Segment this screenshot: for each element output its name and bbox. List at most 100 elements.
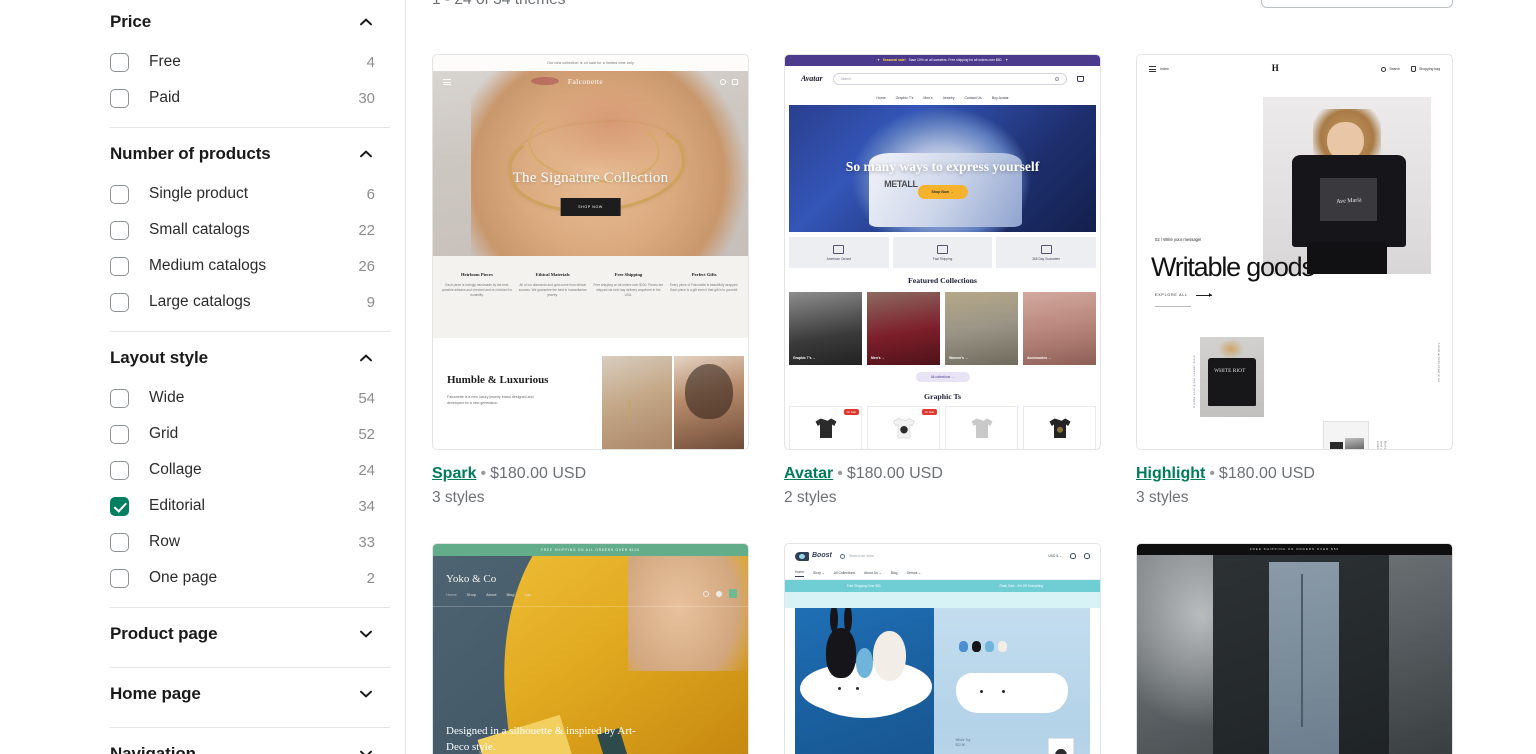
product-price: $22.50 (955, 742, 966, 747)
nav-item[interactable]: Blog (891, 571, 898, 575)
theme-preview-thumbnail[interactable]: Our new collection is on sale for a limi… (432, 54, 749, 450)
chevron-up-icon[interactable] (357, 13, 375, 31)
nav-item[interactable]: Home (795, 570, 805, 578)
nav-item[interactable]: Home (876, 96, 885, 100)
checkbox[interactable] (110, 568, 129, 588)
hero-cta-button[interactable]: Shop Now → (917, 185, 968, 200)
cart-icon[interactable] (1077, 76, 1084, 82)
search-input[interactable]: Search (832, 73, 1067, 85)
checkbox[interactable] (110, 256, 129, 276)
filter-option-paid[interactable]: Paid 30 (110, 80, 389, 116)
filter-group-navigation-header[interactable]: Navigation (110, 732, 389, 754)
nav-item[interactable]: Demos ⌄ (907, 571, 922, 575)
divider (1155, 306, 1191, 307)
theme-card-row2-3: FREE SHIPPING ON ORDERS OVER $50 SHOP (1136, 543, 1453, 754)
product-card[interactable] (945, 406, 1018, 449)
checkbox[interactable] (110, 388, 129, 408)
filter-group-layout-style-header[interactable]: Layout style (110, 336, 389, 380)
filter-group-product-page-header[interactable]: Product page (110, 612, 389, 656)
spacer (785, 592, 1100, 608)
filter-option-wide[interactable]: Wide 54 (110, 380, 389, 416)
index-menu-button[interactable]: Index (1149, 65, 1169, 74)
checkbox[interactable] (110, 52, 129, 72)
chevron-down-icon[interactable] (357, 685, 375, 703)
all-collections-button[interactable]: All collections → (915, 371, 970, 382)
chevron-up-icon[interactable] (357, 145, 375, 163)
filter-option-large-catalogs[interactable]: Large catalogs 9 (110, 284, 389, 320)
filter-option-one-page[interactable]: One page 2 (110, 560, 389, 596)
checkbox[interactable] (110, 220, 129, 240)
menu-icon[interactable] (443, 77, 451, 86)
shirt-print: Ave Maria (1320, 178, 1378, 221)
checkbox[interactable] (110, 292, 129, 312)
hero-cta-button[interactable]: SHOP NOW (560, 198, 621, 217)
nav-item[interactable]: Buy Avatar (992, 96, 1009, 100)
product-card[interactable]: On Sale (867, 406, 940, 449)
checkbox[interactable] (110, 460, 129, 480)
currency-selector[interactable]: USD $ ⌄ (1048, 554, 1062, 558)
filter-option-row[interactable]: Row 33 (110, 524, 389, 560)
filter-option-free[interactable]: Free 4 (110, 44, 389, 80)
checkbox[interactable] (110, 88, 129, 108)
cart-icon[interactable] (729, 589, 737, 598)
filter-option-grid[interactable]: Grid 52 (110, 416, 389, 452)
filter-group-number-of-products-header[interactable]: Number of products (110, 132, 389, 176)
search-icon[interactable] (720, 79, 726, 85)
badge-label: American Owned (826, 256, 852, 261)
collection-tile[interactable]: Graphic T's → (789, 291, 862, 365)
collection-tile[interactable]: Men's → (867, 291, 940, 365)
nav-item[interactable]: About (486, 592, 496, 597)
filter-option-single-product[interactable]: Single product 6 (110, 176, 389, 212)
sort-dropdown[interactable]: Most recent (1261, 0, 1453, 8)
wall-frame (1047, 738, 1075, 754)
nav-item[interactable]: Info (524, 592, 531, 597)
shopping-bag-button[interactable]: Shopping bag (1411, 66, 1440, 72)
theme-preview-thumbnail[interactable]: FREE SHIPPING ON ALL ORDERS OVER $100 Yo… (432, 543, 749, 754)
explore-all-link[interactable]: EXPLORE ALL (1155, 293, 1212, 298)
filter-group-home-page-header[interactable]: Home page (110, 672, 389, 716)
product-card[interactable]: On Sale (789, 406, 862, 449)
product-card[interactable] (1023, 406, 1096, 449)
nav-item[interactable]: About Us ⌄ (864, 571, 882, 575)
collection-tile[interactable]: Women's → (945, 291, 1018, 365)
theme-preview-thumbnail[interactable]: Boost Search our store USD $ ⌄ Home Shop… (784, 543, 1101, 754)
checkbox-checked[interactable] (110, 496, 129, 516)
search-icon[interactable] (703, 590, 709, 597)
account-icon[interactable] (1070, 553, 1076, 559)
cart-icon[interactable] (732, 79, 738, 85)
chevron-down-icon[interactable] (357, 745, 375, 754)
chevron-down-icon[interactable] (357, 625, 375, 643)
filter-option-editorial[interactable]: Editorial 34 (110, 488, 389, 524)
nav-item[interactable]: All Collections (834, 571, 855, 575)
filter-option-small-catalogs[interactable]: Small catalogs 22 (110, 212, 389, 248)
account-icon[interactable] (716, 590, 722, 597)
secondary-model-image: WHITE RIOT (1200, 337, 1264, 417)
feature-item: Heirloom Pieces Each piece is lovingly h… (441, 272, 513, 338)
search-input[interactable]: Search our store (839, 553, 1040, 559)
filter-option-medium-catalogs[interactable]: Medium catalogs 26 (110, 248, 389, 284)
collection-tile[interactable]: Accessories → (1023, 291, 1096, 365)
theme-preview-thumbnail[interactable]: ✦ Seasonal sale! Save 10% on all sweater… (784, 54, 1101, 450)
checkbox[interactable] (110, 424, 129, 444)
filter-group-price-header[interactable]: Price (110, 0, 389, 44)
theme-name-link[interactable]: Spark (432, 465, 476, 482)
checkbox[interactable] (110, 184, 129, 204)
nav-item[interactable]: Graphic T's (896, 96, 914, 100)
theme-name-link[interactable]: Avatar (784, 465, 833, 482)
nav-item[interactable]: Men's (923, 96, 932, 100)
theme-preview-thumbnail[interactable]: Index H Search Shopping bag Ave Maria 02… (1136, 54, 1453, 450)
nav-item[interactable]: Shop (467, 592, 476, 597)
nav-item[interactable]: Jewelry (943, 96, 955, 100)
theme-name-link[interactable]: Highlight (1136, 465, 1205, 482)
nav-item[interactable]: Blog (506, 592, 514, 597)
theme-preview-thumbnail[interactable]: FREE SHIPPING ON ORDERS OVER $50 SHOP (1136, 543, 1453, 754)
collection-label: Men's → (871, 356, 885, 361)
search-button[interactable]: Search (1381, 66, 1400, 72)
checkbox[interactable] (110, 532, 129, 552)
filter-option-collage[interactable]: Collage 24 (110, 452, 389, 488)
chevron-up-icon[interactable] (357, 349, 375, 367)
nav-item[interactable]: Contact Us (965, 96, 982, 100)
nav-item[interactable]: Shop ⌄ (813, 571, 825, 575)
nav-item[interactable]: Home (446, 592, 457, 597)
cart-icon[interactable] (1084, 553, 1090, 559)
